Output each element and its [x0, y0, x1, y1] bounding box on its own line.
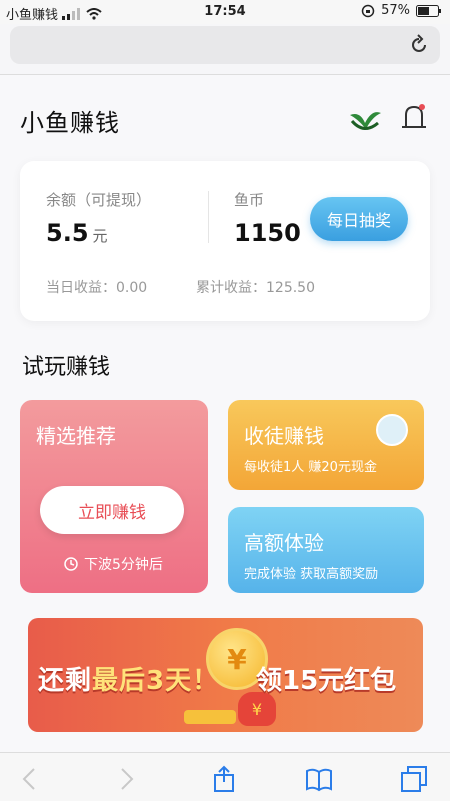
- banner-text-right: 领15元红包: [256, 666, 397, 696]
- next-wave-text: 下波5分钟后: [84, 557, 163, 573]
- bookmarks-icon[interactable]: [305, 765, 333, 793]
- app-logo-icon: [350, 112, 381, 130]
- balance-label: 余额（可提现）: [46, 191, 152, 209]
- today-income: 当日收益：0.00: [46, 280, 148, 296]
- promo-banner[interactable]: 还剩最后3天！ ¥ ¥ 领15元红包: [28, 618, 423, 732]
- app-page: 小鱼赚钱 余额（可提现） 5.5 元 鱼币 1150 每日抽奖 当日收益：0.00…: [0, 75, 450, 752]
- banner-text-left: 还剩最后3天！: [38, 660, 219, 697]
- banner-text-b: 最后3天！: [92, 666, 220, 696]
- balance-unit: 元: [92, 227, 108, 245]
- balance-value: 5.5: [46, 219, 89, 247]
- red-bag-icon: ¥: [238, 692, 276, 726]
- high-value-tile[interactable]: 高额体验 完成体验 获取高额奖励: [228, 507, 424, 593]
- apprentice-subtitle: 每收徒1人 赚20元现金: [244, 460, 377, 475]
- battery-icon: [416, 4, 441, 17]
- status-right: 57%: [361, 3, 442, 18]
- daily-lottery-button[interactable]: 每日抽奖: [310, 197, 408, 241]
- high-value-title: 高额体验: [244, 531, 324, 555]
- balance-value-wrap: 5.5 元: [46, 219, 108, 247]
- battery-percent: 57%: [381, 3, 410, 18]
- apprentice-title: 收徒赚钱: [244, 424, 324, 448]
- total-income: 累计收益：125.50: [196, 280, 315, 296]
- status-bar: 小鱼赚钱 17:54 57%: [0, 0, 450, 24]
- section-title-text: 试玩赚钱: [22, 355, 111, 380]
- balance-card: 余额（可提现） 5.5 元 鱼币 1150 每日抽奖 当日收益：0.00 累计收益…: [20, 161, 430, 321]
- avatar: [376, 414, 408, 446]
- coin-value: 1150: [234, 219, 301, 247]
- next-wave: 下波5分钟后: [64, 554, 163, 574]
- section-title: 试玩赚钱: [22, 349, 110, 381]
- recommend-title: 精选推荐: [36, 424, 116, 448]
- bell-icon[interactable]: [400, 103, 428, 133]
- earn-now-button[interactable]: 立即赚钱: [40, 486, 184, 534]
- browser-toolbar: [0, 752, 450, 801]
- url-bar[interactable]: [10, 26, 440, 64]
- back-icon[interactable]: [16, 765, 44, 793]
- coin-label: 鱼币: [234, 191, 265, 209]
- banner-text-a: 还剩: [38, 666, 93, 696]
- share-icon[interactable]: [210, 765, 238, 793]
- tabs-icon[interactable]: [400, 765, 428, 793]
- rotation-lock-icon: [361, 4, 375, 17]
- card-divider: [208, 191, 209, 243]
- clock-icon: [64, 557, 78, 571]
- forward-icon[interactable]: [112, 765, 140, 793]
- apprentice-tile[interactable]: 收徒赚钱 每收徒1人 赚20元现金: [228, 400, 424, 490]
- page-title: 小鱼赚钱: [20, 109, 120, 137]
- reload-icon[interactable]: [408, 34, 430, 56]
- coin-stack-icon: [184, 710, 236, 724]
- high-value-subtitle: 完成体验 获取高额奖励: [244, 567, 379, 582]
- recommend-tile[interactable]: 精选推荐 立即赚钱 下波5分钟后: [20, 400, 208, 593]
